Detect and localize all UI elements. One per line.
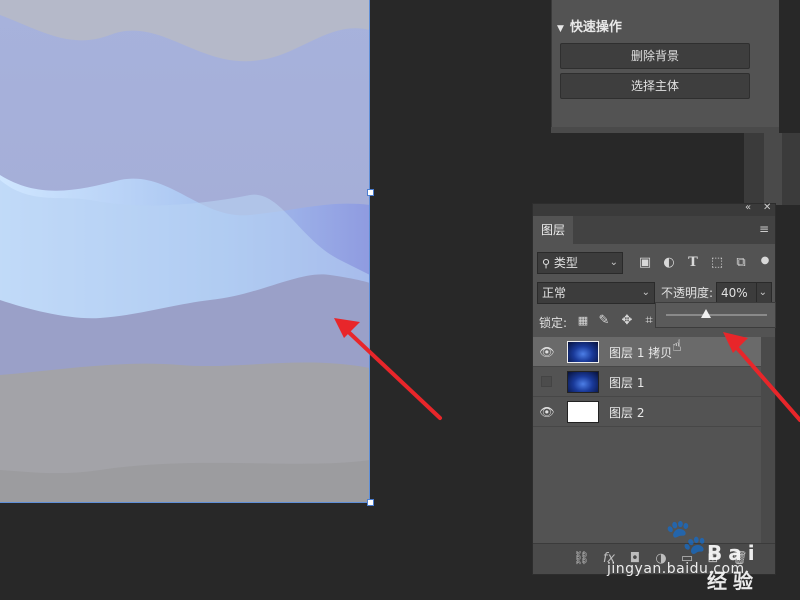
scroll-strip <box>744 133 800 205</box>
search-icon: ⚲ <box>542 257 551 270</box>
quick-actions-title: 快速操作 <box>569 20 622 35</box>
opacity-value: 40% <box>721 286 748 300</box>
lock-transparent-pixels-icon[interactable]: ▦ <box>575 313 591 329</box>
visibility-toggle-off[interactable] <box>541 376 552 387</box>
image-filter-icon[interactable]: ▣ <box>637 255 653 271</box>
opacity-label: 不透明度: <box>661 286 714 300</box>
lock-position-icon[interactable]: ✥ <box>619 313 635 329</box>
layer-row[interactable]: 图层 1 <box>533 367 761 397</box>
transform-handle-bottom-right[interactable] <box>367 499 374 506</box>
paw-logo: 🐾 <box>665 517 708 557</box>
quick-actions-header[interactable]: ▼ 快速操作 <box>557 16 622 35</box>
layer-thumbnail <box>567 341 599 363</box>
eye-icon[interactable]: 👁 <box>539 404 555 420</box>
opacity-slider-popup <box>655 302 776 328</box>
layer-name[interactable]: 图层 1 <box>609 374 644 391</box>
text-filter-icon[interactable]: T <box>685 255 701 271</box>
tab-layers[interactable]: 图层 <box>533 216 573 244</box>
blend-mode-select[interactable]: 正常 ⌄ <box>537 282 655 304</box>
chevron-down-icon[interactable]: ▼ <box>557 24 564 34</box>
chevron-down-icon: ⌄ <box>641 287 650 298</box>
layer-thumbnail <box>567 371 599 393</box>
hand-cursor-icon: ☝ <box>672 336 682 355</box>
lock-label: 锁定: <box>539 316 568 330</box>
scrollbar-lane[interactable] <box>764 133 782 205</box>
tab-row: 图层 ≡ <box>533 216 775 244</box>
opacity-slider-thumb[interactable] <box>701 309 712 318</box>
document-canvas[interactable] <box>0 0 370 503</box>
layer-name[interactable]: 图层 2 <box>609 404 644 421</box>
select-subject-button[interactable]: 选择主体 <box>560 73 750 99</box>
watermark: 🐾 Bai 经验 jingyan.baidu.com <box>607 505 797 593</box>
link-icon[interactable]: ⛓ <box>573 551 590 567</box>
adjustment-filter-icon[interactable]: ◐ <box>661 255 677 271</box>
collapse-icon[interactable]: « <box>745 202 751 213</box>
shape-filter-icon[interactable]: ⬚ <box>709 255 725 271</box>
panel-divider <box>551 0 552 133</box>
opacity-slider-track[interactable] <box>666 314 767 316</box>
layer-name[interactable]: 图层 1 拷贝 <box>609 344 672 361</box>
panel-topbar: « ✕ <box>533 202 775 216</box>
eye-icon[interactable]: 👁 <box>539 344 555 360</box>
panel-menu-icon[interactable]: ≡ <box>759 222 769 236</box>
layer-row[interactable]: 👁 图层 1 拷贝 <box>533 337 761 367</box>
landscape-image <box>0 0 369 502</box>
lock-image-pixels-icon[interactable]: ✎ <box>596 313 612 329</box>
filter-kind-select[interactable]: ⚲ 类型 ⌄ <box>537 252 623 274</box>
chevron-down-icon: ⌄ <box>609 257 618 268</box>
smart-object-filter-icon[interactable]: ⧉ <box>733 255 749 271</box>
blend-mode-value: 正常 <box>542 286 567 300</box>
layer-thumbnail <box>567 401 599 423</box>
filter-kind-value: 类型 <box>553 256 578 270</box>
watermark-url: jingyan.baidu.com <box>607 561 745 577</box>
close-icon[interactable]: ✕ <box>763 202 771 213</box>
chevron-down-icon[interactable]: ⌄ <box>755 283 767 303</box>
transform-handle-right[interactable] <box>367 189 374 196</box>
quick-actions-panel: ▼ 快速操作 删除背景 选择主体 <box>551 0 779 133</box>
layer-row[interactable]: 👁 图层 2 <box>533 397 761 427</box>
remove-background-button[interactable]: 删除背景 <box>560 43 750 69</box>
filter-toggle-icon[interactable]: ● <box>757 253 773 269</box>
opacity-input[interactable]: 40% ⌄ <box>716 282 772 304</box>
